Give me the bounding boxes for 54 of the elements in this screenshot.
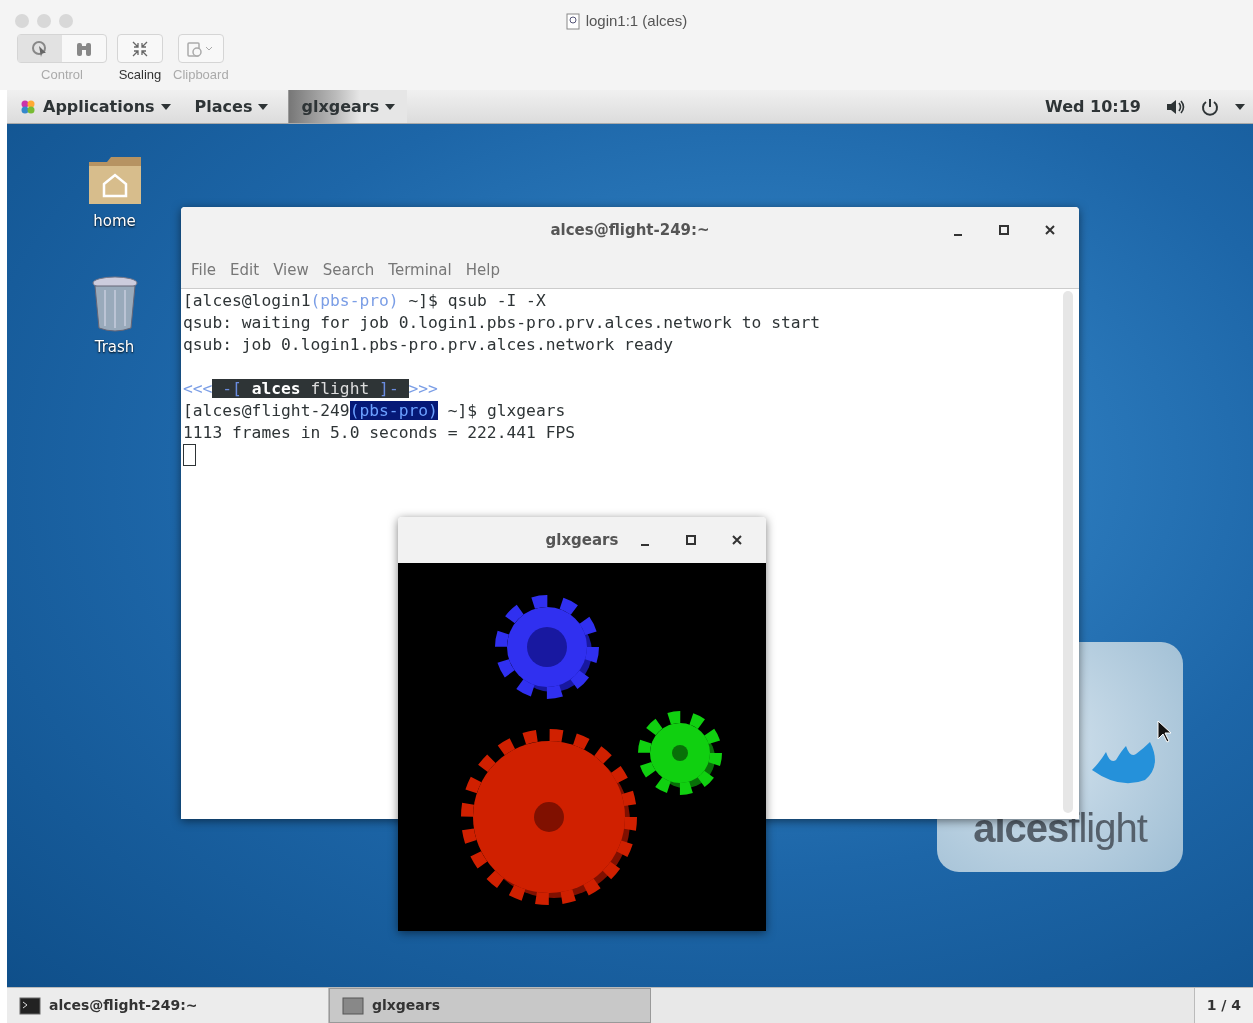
caret-icon xyxy=(258,103,269,110)
menu-item[interactable]: Help xyxy=(459,257,506,284)
icon-label: home xyxy=(93,211,136,232)
terminal-line: qsub: job 0.login1.pbs-pro.prv.alces.network ready xyxy=(183,334,675,356)
panel-menu[interactable]: Applications xyxy=(7,90,183,123)
terminal-line: [alces@flight-249(pbs-pro) ~]$ glxgears xyxy=(183,400,567,422)
mouse-pointer-icon xyxy=(1157,720,1173,744)
window-title: login1:1 (alces) xyxy=(585,10,688,31)
logo-text: alcesflight xyxy=(973,805,1147,852)
close-icon xyxy=(1045,225,1055,235)
icon-label: Trash xyxy=(94,337,135,358)
maximize-icon xyxy=(999,225,1009,235)
menu-item[interactable]: Terminal xyxy=(382,257,458,284)
minimize-icon xyxy=(954,234,962,236)
panel-menu[interactable]: glxgears xyxy=(288,90,408,123)
document-icon xyxy=(565,12,580,30)
minimize-icon xyxy=(641,544,649,546)
shrink-arrows-icon xyxy=(131,39,149,58)
speaker-icon[interactable] xyxy=(1165,97,1185,116)
caret-icon xyxy=(1235,103,1245,110)
workspace-indicator[interactable]: 1 / 4 xyxy=(1193,988,1253,1023)
window-control-dot xyxy=(59,14,73,28)
window-control-dot xyxy=(37,14,51,28)
toolbar-label: Scaling xyxy=(118,66,162,84)
window-title: glxgears xyxy=(545,529,619,551)
clock[interactable]: Wed 10:19 xyxy=(1045,94,1141,119)
terminal-line: qsub: waiting for job 0.login1.pbs-pro.prv.alces.network to start xyxy=(183,312,822,334)
trash-can-icon xyxy=(90,276,139,332)
taskbar-item[interactable]: alces@flight-249:~ xyxy=(7,988,329,1023)
menu-item[interactable]: View xyxy=(267,257,315,284)
toolbar-label: Clipboard xyxy=(173,66,229,84)
terminal-icon xyxy=(19,996,41,1015)
taskbar-item[interactable]: glxgears xyxy=(329,988,651,1023)
toolbar-button[interactable] xyxy=(17,34,107,63)
toolbar-label: Control xyxy=(41,66,83,84)
close-icon xyxy=(732,535,742,545)
panel-menu[interactable]: Places xyxy=(182,90,281,123)
text-cursor xyxy=(183,444,196,466)
folder-icon xyxy=(86,154,143,206)
terminal-line: [alces@login1(pbs-pro) ~]$ qsub -I -X xyxy=(183,290,547,312)
window-icon xyxy=(342,996,364,1015)
power-icon[interactable] xyxy=(1201,97,1219,116)
caret-icon xyxy=(385,103,396,110)
menu-item[interactable]: File xyxy=(185,257,223,284)
pointer-icon xyxy=(31,39,49,58)
maximize-icon xyxy=(686,535,696,545)
menu-item[interactable]: Edit xyxy=(224,257,266,284)
toolbar-button[interactable] xyxy=(117,34,163,63)
terminal-line: <<< -[ alces flight ]- >>> xyxy=(183,378,439,400)
window-control-dot xyxy=(15,14,29,28)
caret-icon xyxy=(160,103,171,110)
terminal-line: 1113 frames in 5.0 seconds = 222.441 FPS xyxy=(183,422,577,444)
menu-item[interactable]: Search xyxy=(316,257,381,284)
window-title: alces@flight-249:~ xyxy=(550,219,710,241)
